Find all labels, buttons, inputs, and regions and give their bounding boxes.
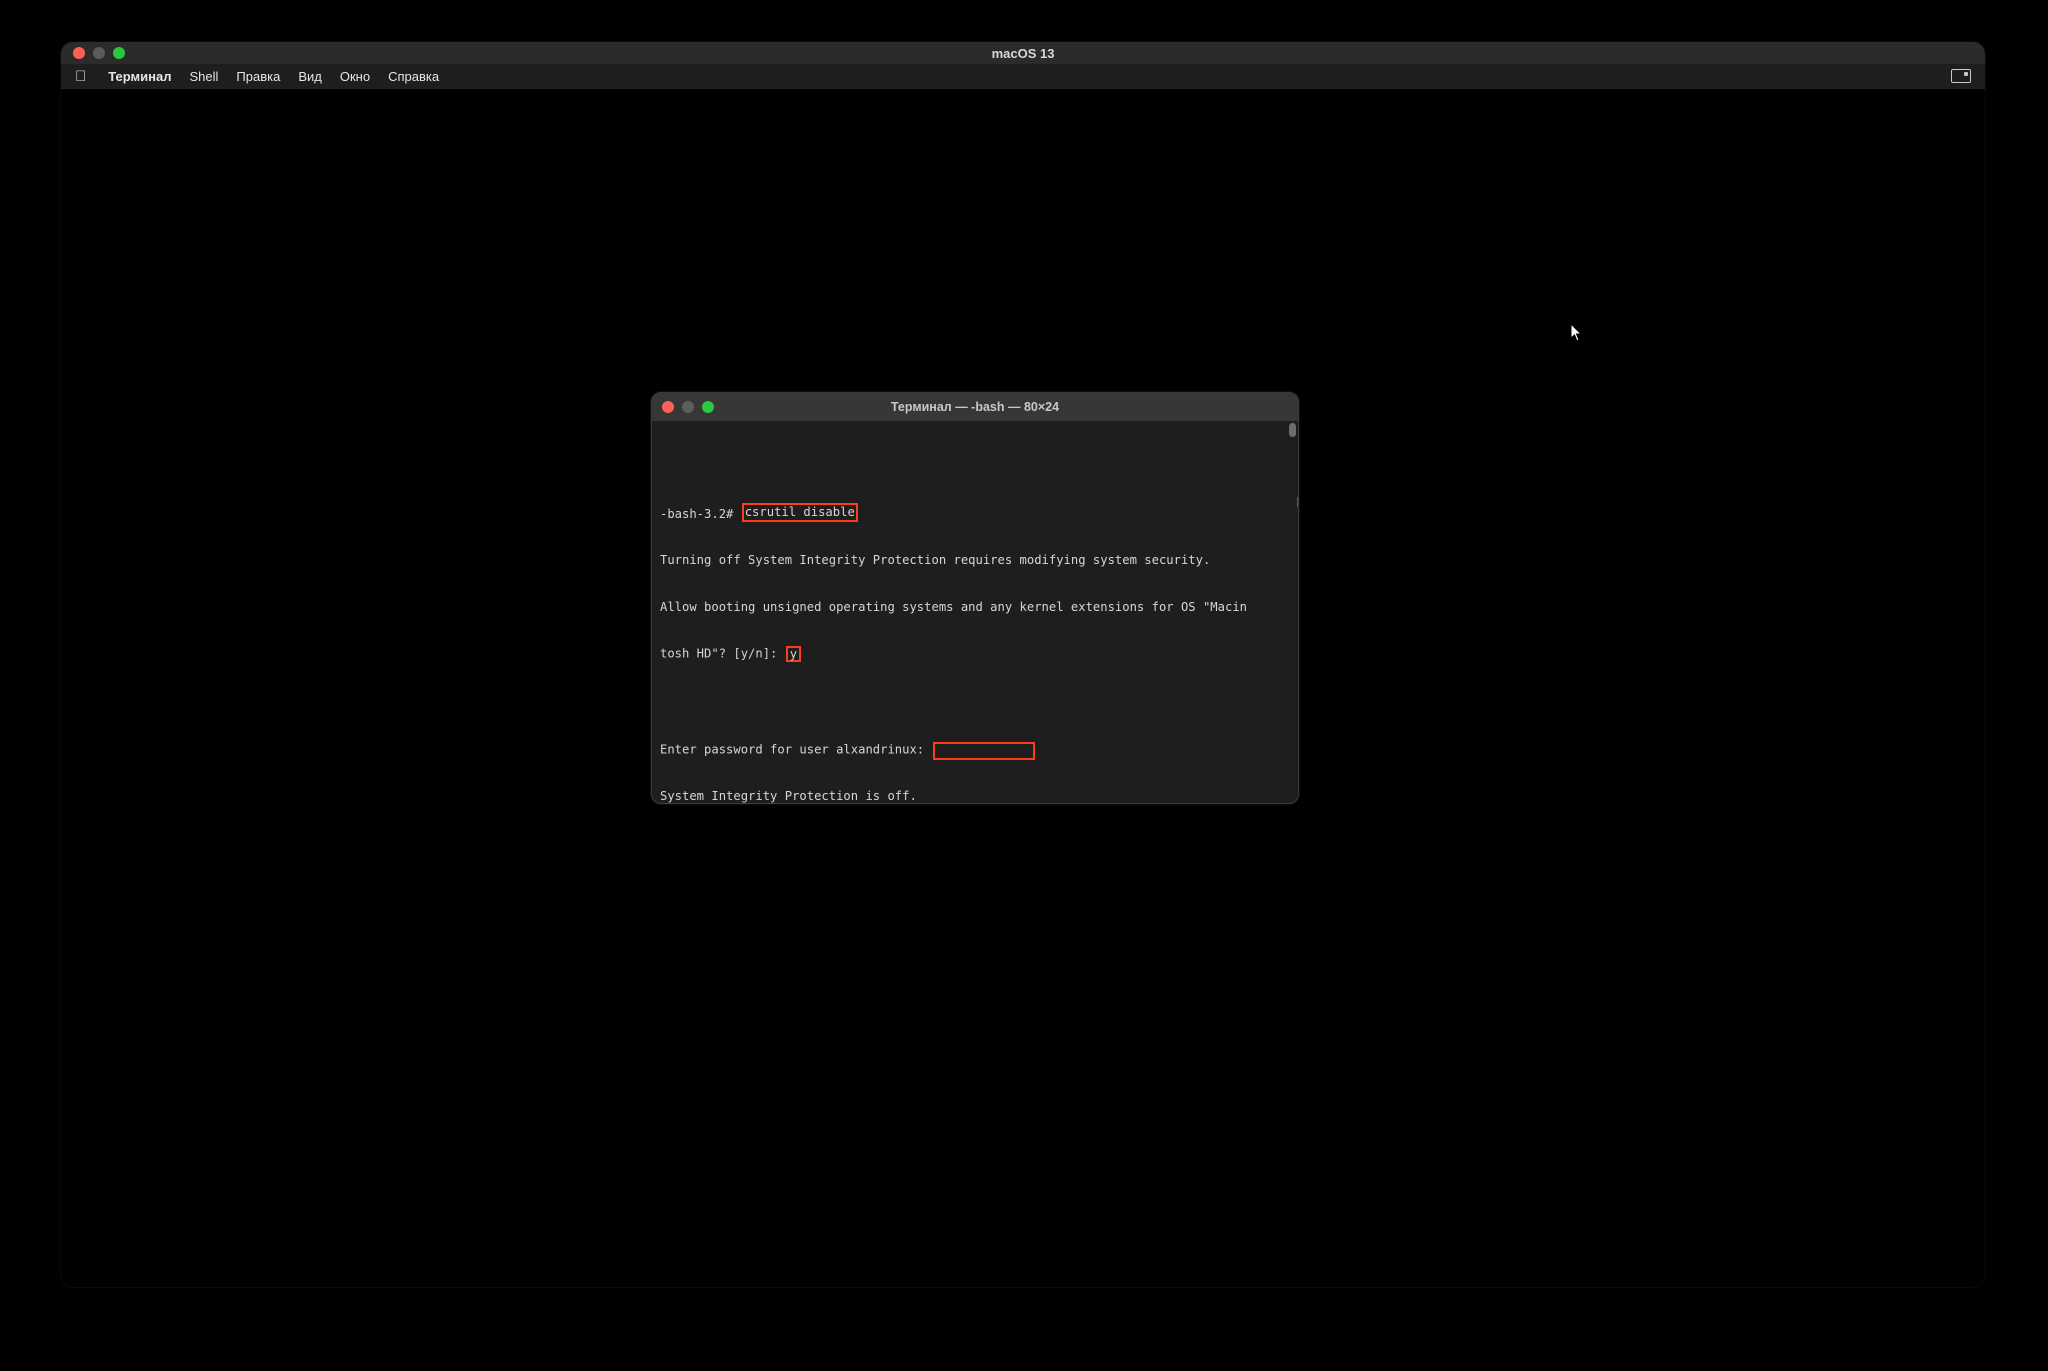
vm-titlebar[interactable]: macOS 13: [61, 42, 1985, 64]
mac-menubar:  Терминал Shell Правка Вид Окно Справка: [61, 64, 1985, 89]
menu-app-name[interactable]: Терминал: [108, 69, 171, 84]
vm-traffic-lights: [73, 47, 125, 59]
terminal-text: Enter password for user alxandrinux:: [660, 742, 924, 756]
terminal-titlebar[interactable]: Терминал — -bash — 80×24: [652, 393, 1298, 421]
vm-window: macOS 13  Терминал Shell Правка Вид Окн…: [61, 42, 1985, 1287]
terminal-answer: y: [790, 647, 797, 661]
terminal-line: tosh HD"? [y/n]: y: [660, 646, 1290, 662]
terminal-traffic-lights: [662, 401, 714, 413]
terminal-window[interactable]: Терминал — -bash — 80×24 -bash-3.2# csru…: [651, 392, 1299, 804]
keyboard-input-icon[interactable]: [1951, 69, 1971, 83]
terminal-title: Терминал — -bash — 80×24: [662, 400, 1288, 414]
vm-zoom-button[interactable]: [113, 47, 125, 59]
menu-view[interactable]: Вид: [298, 69, 322, 84]
highlight-password: [933, 742, 1035, 760]
mouse-cursor-icon: [1570, 323, 1584, 343]
terminal-body[interactable]: -bash-3.2# csrutil disable Turning off S…: [652, 421, 1298, 804]
terminal-line: -bash-3.2# csrutil disable: [660, 503, 1290, 523]
terminal-scroll-marker: [1293, 497, 1298, 507]
highlight-answer: y: [786, 646, 801, 662]
apple-menu-icon[interactable]: : [75, 69, 90, 84]
vm-title: macOS 13: [73, 46, 1973, 61]
terminal-line: System Integrity Protection is off.: [660, 789, 1290, 805]
highlight-command: csrutil disable: [742, 503, 858, 523]
menu-shell[interactable]: Shell: [190, 69, 219, 84]
terminal-text: tosh HD"? [y/n]:: [660, 647, 777, 661]
terminal-line: Allow booting unsigned operating systems…: [660, 600, 1290, 616]
terminal-line: Enter password for user alxandrinux:: [660, 740, 1290, 758]
terminal-minimize-button[interactable]: [682, 401, 694, 413]
terminal-prompt: -bash-3.2#: [660, 507, 733, 521]
terminal-scrollbar[interactable]: [1288, 423, 1296, 483]
terminal-line: Turning off System Integrity Protection …: [660, 553, 1290, 569]
menu-window[interactable]: Окно: [340, 69, 370, 84]
menu-edit[interactable]: Правка: [236, 69, 280, 84]
terminal-zoom-button[interactable]: [702, 401, 714, 413]
terminal-line: [660, 693, 1290, 709]
terminal-close-button[interactable]: [662, 401, 674, 413]
vm-close-button[interactable]: [73, 47, 85, 59]
mac-desktop[interactable]: Терминал — -bash — 80×24 -bash-3.2# csru…: [61, 89, 1985, 1287]
menu-help[interactable]: Справка: [388, 69, 439, 84]
vm-minimize-button[interactable]: [93, 47, 105, 59]
terminal-scroll-thumb[interactable]: [1289, 423, 1296, 437]
terminal-command: csrutil disable: [745, 505, 855, 519]
